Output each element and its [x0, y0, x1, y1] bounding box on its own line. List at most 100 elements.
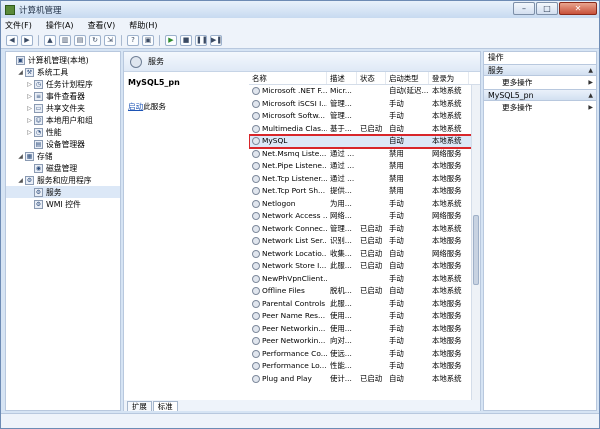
properties-icon[interactable]: ▤ — [74, 35, 86, 46]
tree-item[interactable]: ◢ ⚙ 服务和应用程序 — [6, 174, 120, 186]
actions-section-header[interactable]: MySQL5_pn ▲ — [484, 89, 596, 101]
minimize-button[interactable]: – — [513, 2, 535, 15]
table-row[interactable]: Network Locatio... 收集... 已启动 自动 网络服务 — [249, 248, 480, 261]
collapse-arrow-icon[interactable]: ▲ — [588, 90, 593, 100]
tree-item-label: 事件查看器 — [46, 91, 85, 101]
actions-section-header[interactable]: 服务 ▲ — [484, 64, 596, 76]
tree-item[interactable]: ▷ ≡ 事件查看器 — [6, 90, 120, 102]
service-description: Micr... — [330, 86, 352, 95]
actions-section-title: 服务 — [488, 66, 504, 75]
restart-service-icon[interactable]: ▶❚ — [210, 35, 222, 46]
tree-expander-icon[interactable]: ▷ — [26, 81, 33, 88]
service-name: Offline Files — [262, 286, 305, 295]
tree-item[interactable]: ⚙ 服务 — [6, 186, 120, 198]
tree-expander-icon[interactable]: ◢ — [17, 153, 24, 160]
table-row[interactable]: Peer Name Res... 使用... 手动 本地服务 — [249, 310, 480, 323]
tree-expander-icon[interactable]: ▷ — [26, 129, 33, 136]
tree-expander-icon[interactable]: ▷ — [26, 93, 33, 100]
menu-file[interactable]: 文件(F) — [5, 20, 32, 31]
table-row[interactable]: NewPhVpnClient... 手动 本地系统 — [249, 273, 480, 286]
table-row[interactable]: Netlogon 为用... 手动 本地系统 — [249, 198, 480, 211]
table-row[interactable]: Performance Lo... 性能... 手动 本地服务 — [249, 360, 480, 373]
tree-item[interactable]: ▤ 设备管理器 — [6, 138, 120, 150]
collapse-arrow-icon[interactable]: ▲ — [588, 65, 593, 75]
service-name: Performance Lo... — [262, 361, 327, 370]
service-gear-icon — [252, 262, 260, 271]
tree-expander-icon[interactable]: ◢ — [17, 69, 24, 76]
vertical-scrollbar[interactable] — [471, 85, 480, 400]
table-row[interactable]: Multimedia Clas... 基于... 已启动 自动 本地系统 — [249, 123, 480, 136]
tree-item[interactable]: ▷ ☺ 本地用户和组 — [6, 114, 120, 126]
menu-help[interactable]: 帮助(H) — [129, 20, 157, 31]
menu-action[interactable]: 操作(A) — [46, 20, 74, 31]
service-description: 提供... — [330, 186, 352, 195]
refresh-icon[interactable]: ↻ — [89, 35, 101, 46]
service-gear-icon — [252, 374, 260, 383]
start-service-rest: 此服务 — [143, 102, 166, 111]
column-description[interactable]: 描述 — [327, 72, 357, 84]
table-row[interactable]: Offline Files 脱机... 已启动 自动 本地系统 — [249, 285, 480, 298]
help-icon[interactable]: ? — [127, 35, 139, 46]
service-gear-icon — [252, 287, 260, 296]
table-row[interactable]: Network List Ser... 识别... 已启动 手动 本地服务 — [249, 235, 480, 248]
table-row[interactable]: Microsoft .NET F... Micr... 自动(延迟... 本地系统 — [249, 85, 480, 98]
tree-item[interactable]: ◢ ▦ 存储 — [6, 150, 120, 162]
service-description-panel: MySQL5_pn 启动此服务 — [124, 72, 246, 400]
menu-view[interactable]: 查看(V) — [88, 20, 116, 31]
tab-extended[interactable]: 扩展 — [127, 401, 152, 411]
table-row[interactable]: Microsoft iSCSI I... 管理... 手动 本地系统 — [249, 98, 480, 111]
column-status[interactable]: 状态 — [357, 72, 386, 84]
table-row[interactable]: Net.Msmq Liste... 通过 ... 禁用 网络服务 — [249, 148, 480, 161]
forward-icon[interactable]: ▶ — [21, 35, 33, 46]
service-name: Network List Ser... — [262, 236, 327, 245]
tree-item[interactable]: ◉ 磁盘管理 — [6, 162, 120, 174]
table-row[interactable]: Performance Co... 使远... 手动 本地服务 — [249, 348, 480, 361]
device-icon: ▤ — [34, 139, 43, 149]
table-row[interactable]: Net.Pipe Listene... 通过 ... 禁用 本地服务 — [249, 160, 480, 173]
service-status — [357, 310, 386, 323]
tree-item-label: 设备管理器 — [46, 139, 85, 149]
show-action-pane-icon[interactable]: ▣ — [142, 35, 154, 46]
start-service-icon[interactable]: ▶ — [165, 35, 177, 46]
column-startup-type[interactable]: 启动类型 — [386, 72, 429, 84]
tree-item[interactable]: ▣ 计算机管理(本地) — [6, 54, 120, 66]
export-list-icon[interactable]: ⇲ — [104, 35, 116, 46]
stop-service-icon[interactable]: ■ — [180, 35, 192, 46]
pause-service-icon[interactable]: ❚❚ — [195, 35, 208, 46]
table-row[interactable]: Peer Networkin... 向对... 手动 本地服务 — [249, 335, 480, 348]
tree-expander-icon[interactable]: ◢ — [17, 177, 24, 184]
close-button[interactable]: ✕ — [559, 2, 597, 15]
table-row[interactable]: Microsoft Softw... 管理... 手动 本地系统 — [249, 110, 480, 123]
start-service-link[interactable]: 启动 — [128, 102, 143, 111]
up-folder-icon[interactable]: ▲ — [44, 35, 56, 46]
tree-item[interactable]: ▷ ◔ 性能 — [6, 126, 120, 138]
table-row[interactable]: Net.Tcp Port Sh... 提供... 禁用 本地服务 — [249, 185, 480, 198]
tree-expander-icon[interactable]: ▷ — [26, 117, 33, 124]
tree-item[interactable]: ◢ ⚒ 系统工具 — [6, 66, 120, 78]
back-icon[interactable]: ◀ — [6, 35, 18, 46]
service-gear-icon — [252, 174, 260, 183]
maximize-button[interactable]: □ — [536, 2, 558, 15]
tree-expander-icon[interactable]: ▷ — [26, 105, 33, 112]
table-row[interactable]: MySQL 自动 本地系统 — [249, 134, 480, 149]
table-row[interactable]: Network Access ... 网络... 手动 网络服务 — [249, 210, 480, 223]
service-name-cell: Peer Networkin... — [249, 323, 327, 336]
tree-item[interactable]: ▷ ◷ 任务计划程序 — [6, 78, 120, 90]
table-row[interactable]: Peer Networkin... 使用... 手动 本地服务 — [249, 323, 480, 336]
table-row[interactable]: Network Store I... 此服... 已启动 自动 本地服务 — [249, 260, 480, 273]
tree-item[interactable]: ▷ ▭ 共享文件夹 — [6, 102, 120, 114]
column-name[interactable]: 名称 — [249, 72, 327, 84]
table-row[interactable]: Network Connec... 管理... 已启动 手动 本地系统 — [249, 223, 480, 236]
scrollbar-thumb[interactable] — [473, 215, 479, 285]
tree-item[interactable]: ⚙ WMI 控件 — [6, 198, 120, 210]
show-hide-tree-icon[interactable]: ▥ — [59, 35, 71, 46]
more-actions-item[interactable]: 更多操作 ▶ — [484, 76, 596, 89]
column-logon-as[interactable]: 登录为 — [429, 72, 469, 84]
more-actions-item[interactable]: 更多操作 ▶ — [484, 101, 596, 114]
services-apps-icon: ⚙ — [25, 175, 34, 185]
table-row[interactable]: Plug and Play 使计... 已启动 自动 本地系统 — [249, 373, 480, 386]
tree-item-label: 任务计划程序 — [46, 79, 93, 89]
table-row[interactable]: Net.Tcp Listener... 通过 ... 禁用 本地服务 — [249, 173, 480, 186]
tab-standard[interactable]: 标准 — [152, 401, 178, 411]
table-row[interactable]: Parental Controls 此服... 手动 本地服务 — [249, 298, 480, 311]
